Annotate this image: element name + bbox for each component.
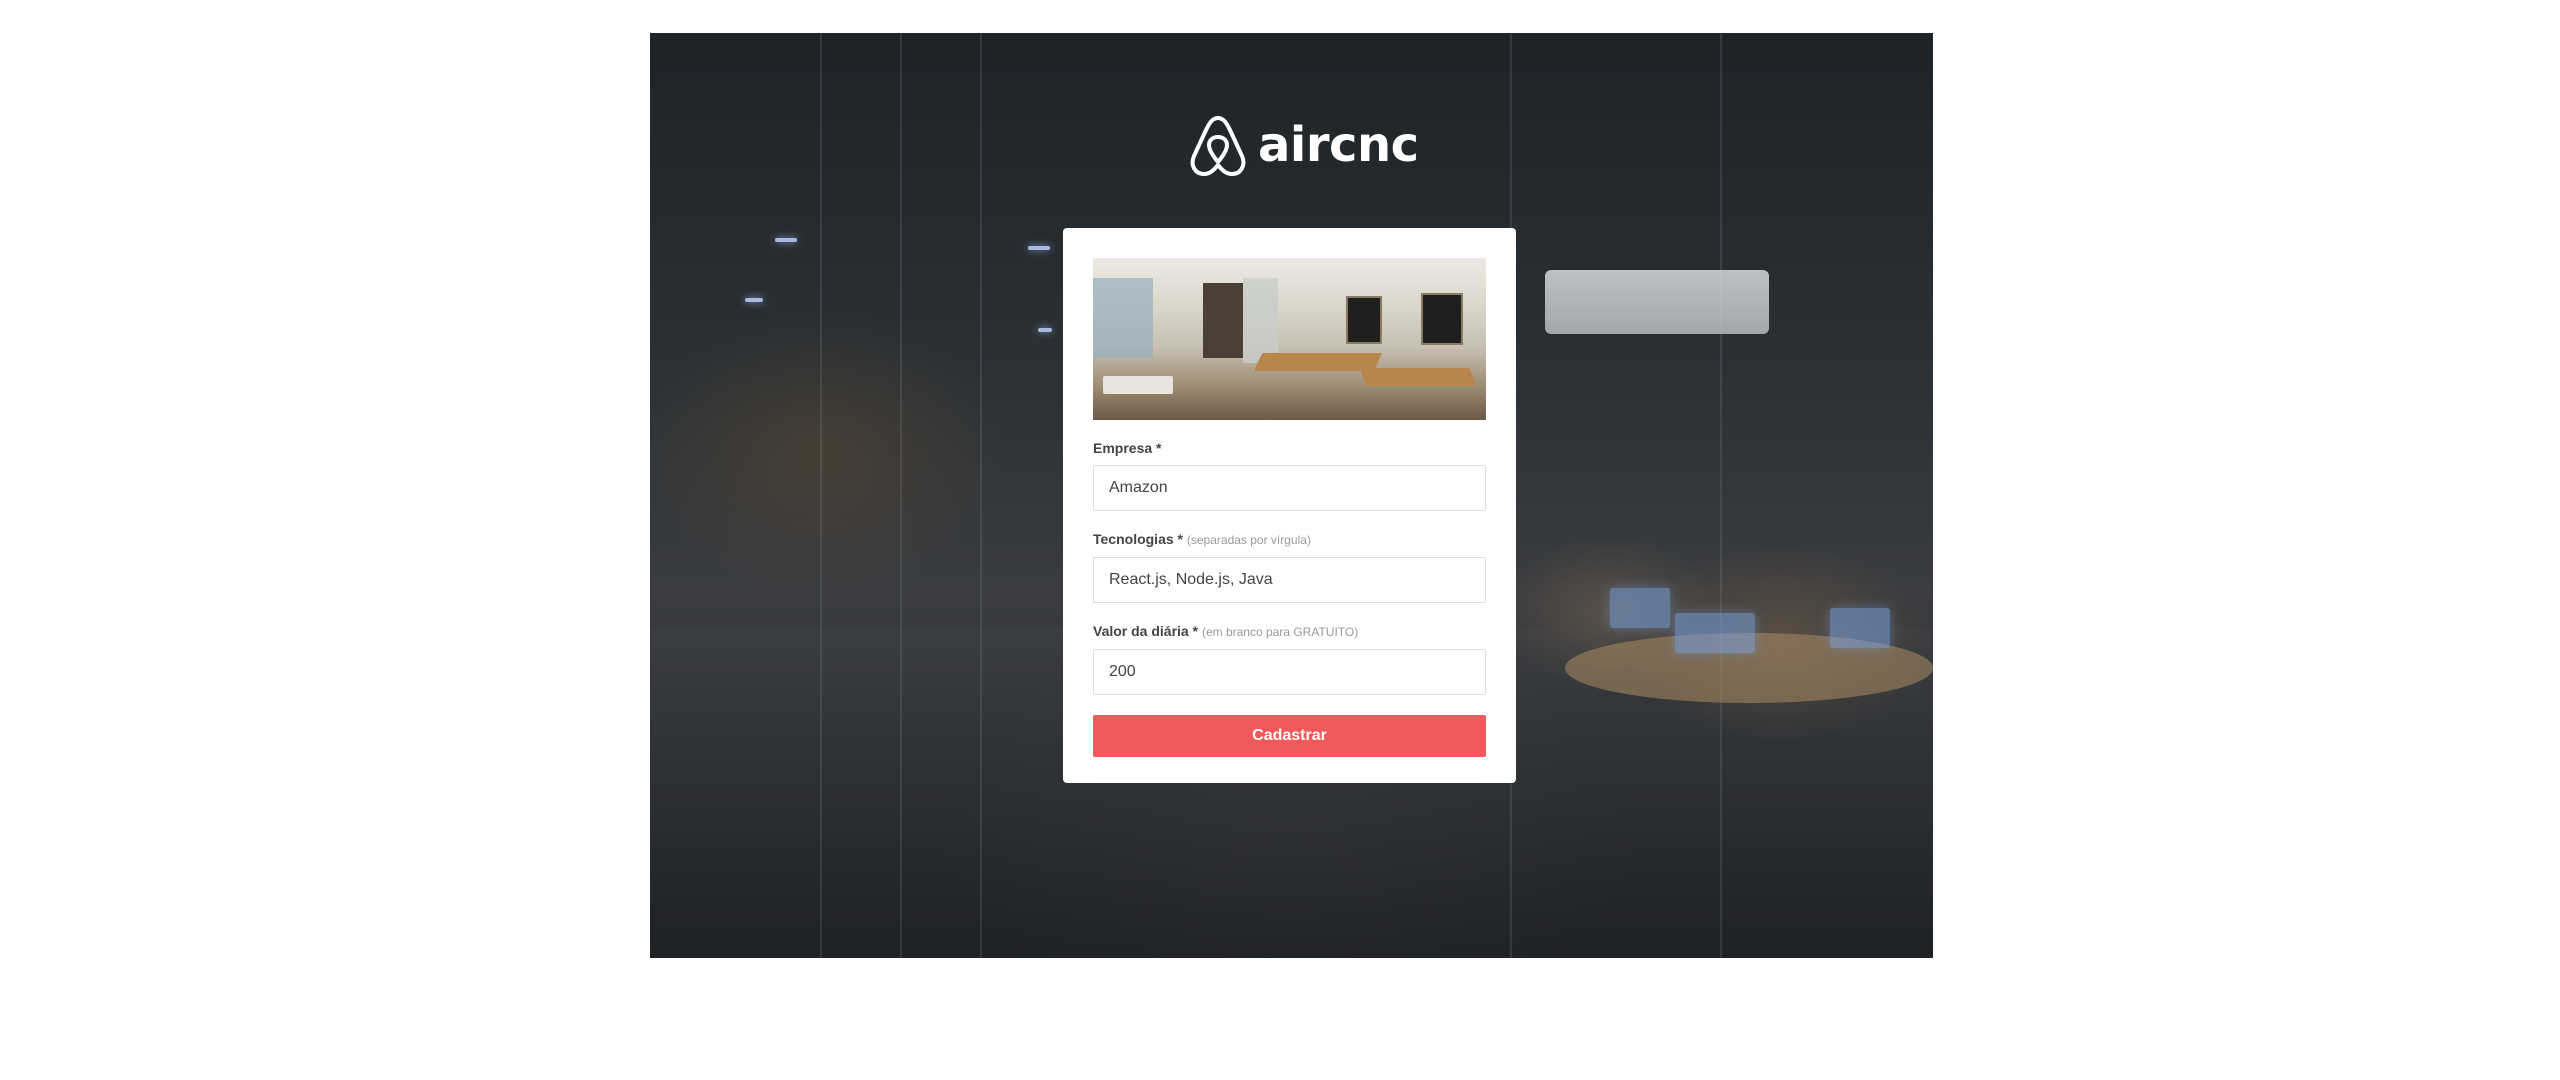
techs-input[interactable] <box>1093 557 1486 603</box>
price-hint: (em branco para GRATUITO) <box>1201 625 1359 639</box>
logo-text: aircnc <box>1258 117 1419 173</box>
company-input[interactable] <box>1093 465 1486 511</box>
page: aircnc Empresa * Tecnologias * (separada… <box>0 0 2560 1080</box>
price-label: Valor da diária * (em branco para GRATUI… <box>1093 623 1359 639</box>
app-logo: aircnc <box>1188 112 1419 178</box>
airbnb-belo-icon <box>1188 112 1248 178</box>
spot-thumbnail-upload[interactable] <box>1093 258 1486 420</box>
new-spot-form-card: Empresa * Tecnologias * (separadas por v… <box>1063 228 1516 783</box>
techs-hint: (separadas por vírgula) <box>1186 533 1311 547</box>
price-input[interactable] <box>1093 649 1486 695</box>
company-label: Empresa * <box>1093 440 1162 456</box>
techs-label: Tecnologias * (separadas por vírgula) <box>1093 531 1311 547</box>
submit-button[interactable]: Cadastrar <box>1093 715 1486 757</box>
air-conditioner-image <box>1545 270 1769 334</box>
